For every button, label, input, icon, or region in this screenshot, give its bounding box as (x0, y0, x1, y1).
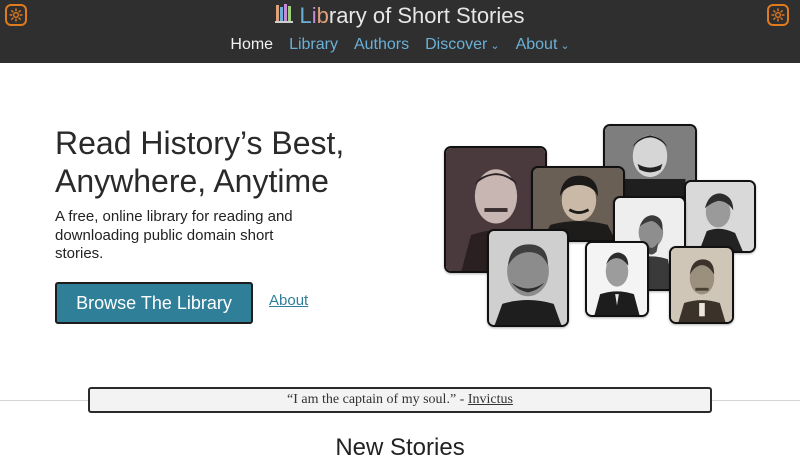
author-portrait (684, 180, 756, 253)
quote-source-link[interactable]: Invictus (468, 392, 513, 408)
quote-text: “I am the captain of my soul.” - (287, 392, 468, 407)
nav-library[interactable]: Library (289, 36, 338, 54)
author-portrait (669, 246, 734, 324)
nav-home[interactable]: Home (230, 36, 273, 54)
bookshelf-logo-icon (275, 3, 294, 29)
author-portrait (585, 241, 649, 317)
quote-banner: “I am the captain of my soul.” - Invictu… (88, 387, 712, 413)
settings-button-right[interactable] (767, 4, 789, 26)
chevron-down-icon: ⌄ (560, 39, 570, 52)
browse-library-button[interactable]: Browse The Library (55, 282, 253, 324)
new-stories-heading: New Stories (335, 434, 465, 461)
site-title-text: Library of Short Stories (299, 3, 525, 28)
nav-discover[interactable]: Discover ⌄ (425, 36, 499, 54)
settings-gear-icon (771, 8, 785, 22)
nav-authors[interactable]: Authors (354, 36, 409, 54)
chevron-down-icon: ⌄ (490, 39, 500, 52)
site-title[interactable]: Library of Short Stories (0, 3, 800, 29)
nav-about[interactable]: About ⌄ (516, 36, 570, 54)
main-nav: Home Library Authors Discover ⌄ About ⌄ (0, 36, 800, 54)
author-portrait (487, 229, 569, 327)
hero-subtitle: A free, online library for reading and d… (55, 208, 293, 262)
hero-title: Read History’s Best, Anywhere, Anytime (55, 125, 345, 199)
top-navbar: Library of Short Stories Home Library Au… (0, 0, 800, 63)
about-link[interactable]: About (269, 292, 308, 309)
